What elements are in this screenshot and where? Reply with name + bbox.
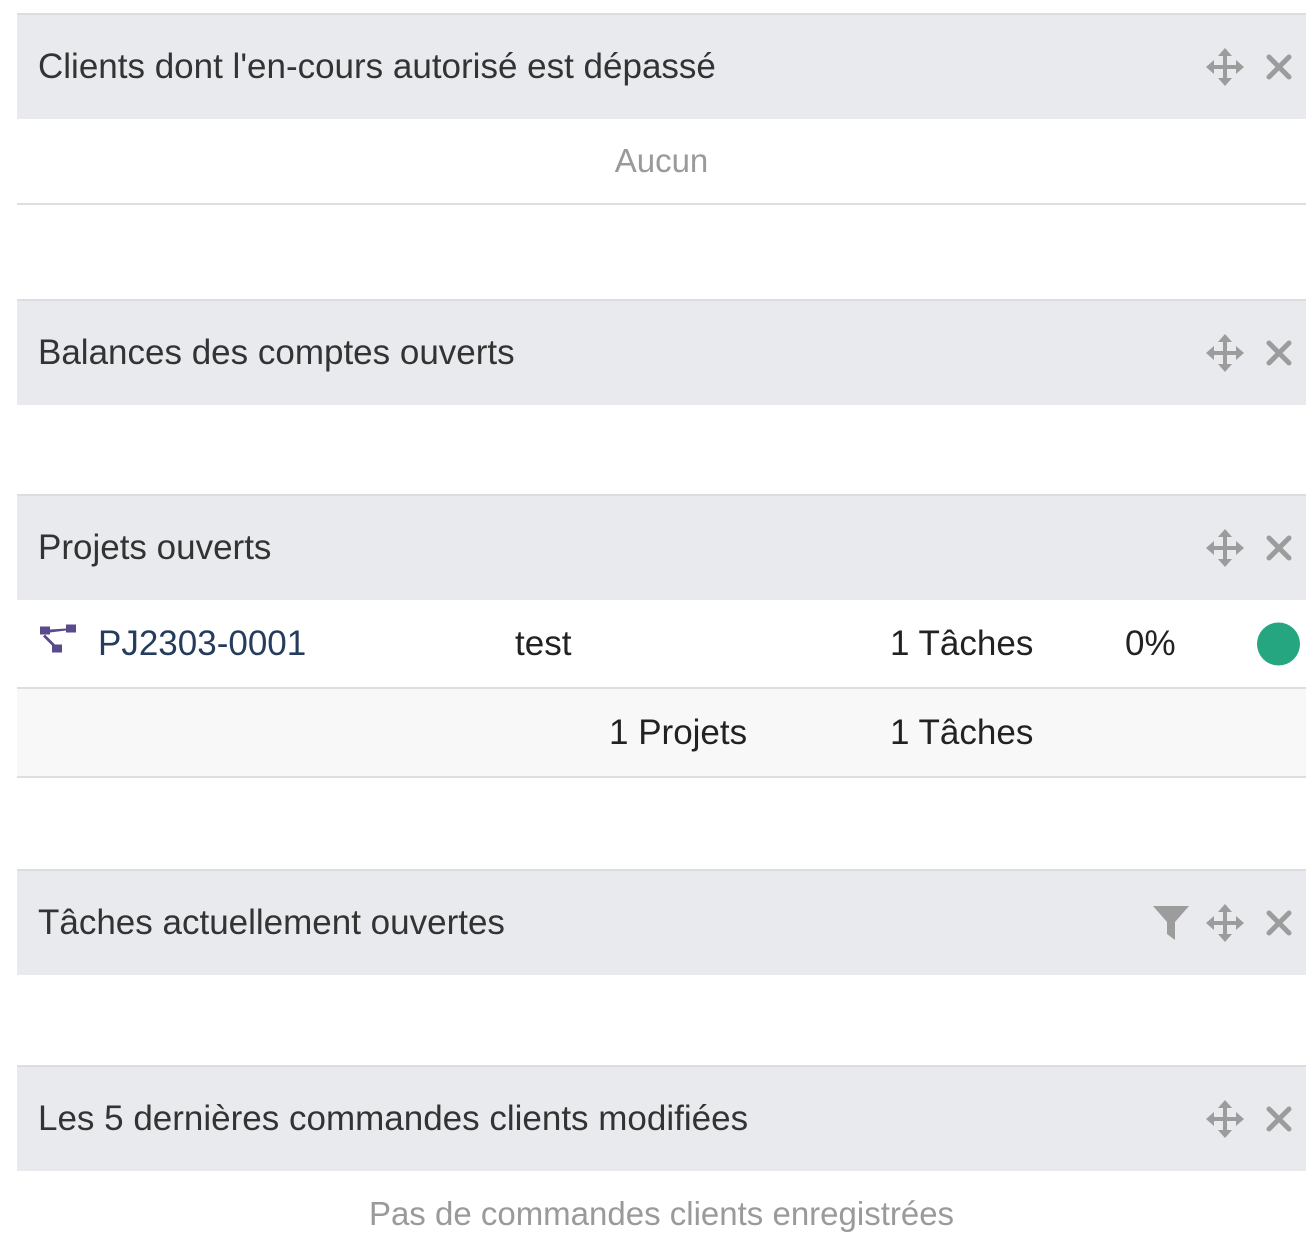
widget-title: Clients dont l'en-cours autorisé est dép… <box>38 47 716 86</box>
empty-message: Aucun <box>17 119 1306 205</box>
widget-overdue-customers: Clients dont l'en-cours autorisé est dép… <box>17 13 1306 205</box>
move-icon[interactable] <box>1198 1096 1252 1142</box>
close-icon[interactable] <box>1252 1096 1306 1142</box>
close-icon[interactable] <box>1252 44 1306 90</box>
close-icon[interactable] <box>1252 900 1306 946</box>
widget-actions <box>1198 301 1306 405</box>
project-ref-link[interactable]: PJ2303-0001 <box>98 624 306 664</box>
widget-title: Balances des comptes ouverts <box>38 333 515 372</box>
project-label: test <box>515 623 572 663</box>
widget-title: Projets ouverts <box>38 528 272 567</box>
close-icon[interactable] <box>1252 330 1306 376</box>
move-icon[interactable] <box>1198 44 1252 90</box>
widget-title: Les 5 dernières commandes clients modifi… <box>38 1099 749 1138</box>
total-row: 1 Projets 1 Tâches <box>17 689 1306 778</box>
widget-actions <box>1198 496 1306 600</box>
close-icon[interactable] <box>1252 525 1306 571</box>
filter-icon[interactable] <box>1144 900 1198 946</box>
widget-actions <box>1144 871 1306 975</box>
move-icon[interactable] <box>1198 900 1252 946</box>
widget-title: Tâches actuellement ouvertes <box>38 903 505 942</box>
move-icon[interactable] <box>1198 525 1252 571</box>
widget-header: Clients dont l'en-cours autorisé est dép… <box>17 13 1306 119</box>
total-projects: 1 Projets <box>609 712 748 752</box>
status-badge <box>1257 622 1300 665</box>
widget-open-tasks: Tâches actuellement ouvertes <box>17 869 1306 975</box>
widget-header: Projets ouverts <box>17 494 1306 600</box>
empty-message: Pas de commandes clients enregistrées <box>368 1195 955 1232</box>
project-task-count: 1 Tâches <box>890 623 1034 663</box>
total-tasks: 1 Tâches <box>890 712 1034 752</box>
widget-actions <box>1198 15 1306 119</box>
widget-open-account-balances: Balances des comptes ouverts <box>17 299 1306 405</box>
project-progress: 0% <box>1125 623 1176 663</box>
table-row: PJ2303-0001 test 1 Tâches 0% <box>17 600 1306 689</box>
project-icon <box>38 622 80 665</box>
widget-last-customer-orders: Les 5 dernières commandes clients modifi… <box>17 1065 1306 1257</box>
widget-header: Balances des comptes ouverts <box>17 299 1306 405</box>
move-icon[interactable] <box>1198 330 1252 376</box>
widget-header: Tâches actuellement ouvertes <box>17 869 1306 975</box>
widget-open-projects: Projets ouverts PJ2303-0001 test 1 Tâche… <box>17 494 1306 778</box>
widget-actions <box>1198 1067 1306 1171</box>
widget-header: Les 5 dernières commandes clients modifi… <box>17 1065 1306 1171</box>
